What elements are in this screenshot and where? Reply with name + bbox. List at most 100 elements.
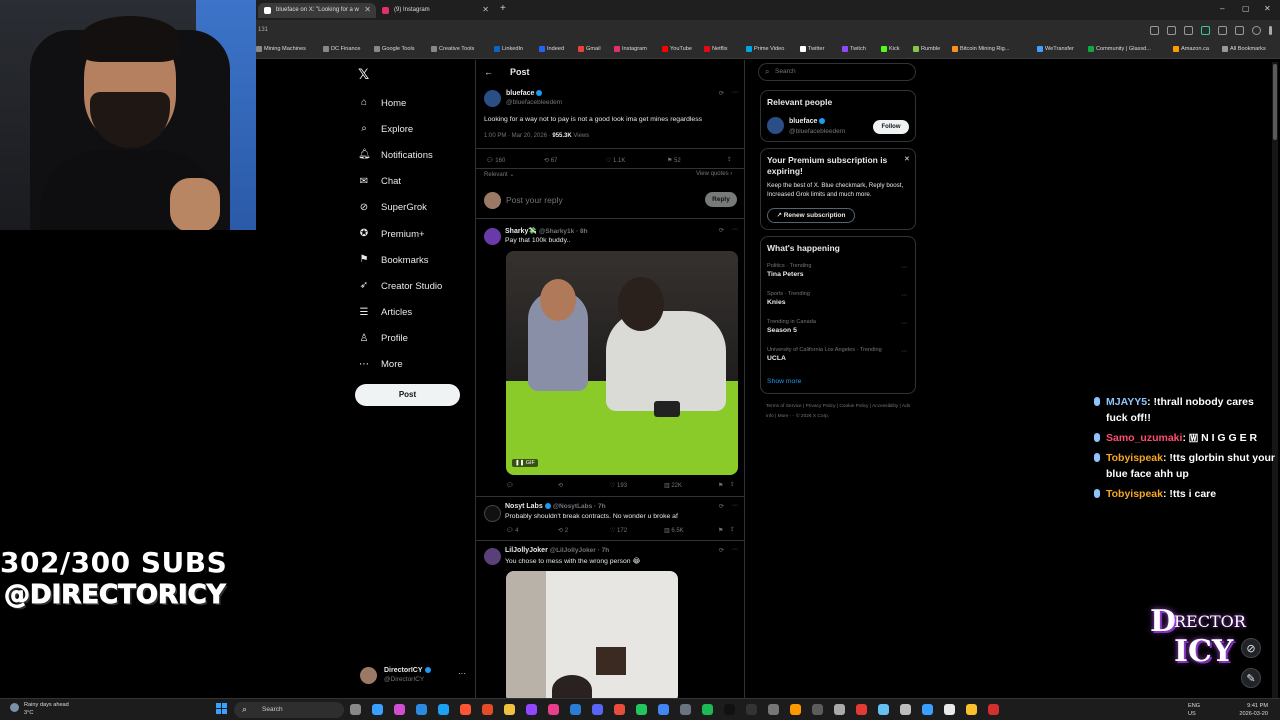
- reply-gif[interactable]: ❚❚ GIF: [506, 251, 738, 475]
- taskbar-app-icon[interactable]: [614, 704, 625, 715]
- taskbar-app-icon[interactable]: [878, 704, 889, 715]
- like-action[interactable]: ♡ 193: [610, 482, 627, 489]
- taskbar-app-icon[interactable]: [856, 704, 867, 715]
- reply-author[interactable]: Nosyt Labs @NosytLabs · 7h: [505, 503, 606, 510]
- maximize-button[interactable]: ▢: [1242, 4, 1250, 13]
- extension-icon[interactable]: [1201, 26, 1210, 35]
- address-text[interactable]: 131: [258, 27, 268, 33]
- bookmark-item[interactable]: Community | Glassd...: [1088, 46, 1151, 52]
- taskbar-app-icon[interactable]: [680, 704, 691, 715]
- bookmark-item[interactable]: Creative Tools: [431, 46, 474, 52]
- language-indicator[interactable]: ENG US: [1188, 702, 1200, 718]
- taskbar-app-icon[interactable]: [812, 704, 823, 715]
- grok-icon[interactable]: ⟳: [719, 503, 724, 510]
- post-button[interactable]: Post: [355, 384, 460, 406]
- like-action[interactable]: ♡ 1.1K: [606, 157, 625, 164]
- trend-name[interactable]: Tina Peters: [767, 271, 804, 278]
- close-window-button[interactable]: ✕: [1264, 4, 1271, 13]
- avatar[interactable]: [484, 548, 501, 565]
- reply-video[interactable]: [506, 571, 678, 700]
- taskbar-app-icon[interactable]: [636, 704, 647, 715]
- close-tab-icon[interactable]: ✕: [364, 5, 371, 14]
- bookmark-item[interactable]: Prime Video: [746, 46, 784, 52]
- nav-item-profile[interactable]: ♙ Profile: [358, 326, 478, 352]
- reply-author[interactable]: LilJollyJoker @LilJollyJoker · 7h: [505, 547, 609, 554]
- nav-item-chat[interactable]: ✉ Chat: [358, 169, 478, 195]
- more-icon[interactable]: ⋯: [732, 546, 738, 553]
- scrollbar-thumb[interactable]: [1273, 64, 1277, 140]
- nav-item-explore[interactable]: ⌕ Explore: [358, 116, 478, 142]
- bookmark-item[interactable]: Rumble: [913, 46, 940, 52]
- taskbar-app-icon[interactable]: [482, 704, 493, 715]
- zoom-icon[interactable]: [1167, 26, 1176, 35]
- nav-item-bookmarks[interactable]: ⚑ Bookmarks: [358, 247, 478, 273]
- author-name[interactable]: blueface: [506, 90, 543, 97]
- close-icon[interactable]: ✕: [904, 155, 910, 163]
- bookmark-icon[interactable]: ⚑: [718, 527, 723, 534]
- taskbar-app-icon[interactable]: [922, 704, 933, 715]
- taskbar-app-icon[interactable]: [460, 704, 471, 715]
- sort-replies-dropdown[interactable]: Relevant ⌄: [484, 171, 514, 178]
- extensions-menu-icon[interactable]: [1218, 26, 1227, 35]
- menu-icon[interactable]: [1269, 26, 1272, 35]
- taskbar-app-icon[interactable]: [526, 704, 537, 715]
- bookmark-item[interactable]: Kick: [881, 46, 900, 52]
- bookmark-item[interactable]: Amazon.ca: [1173, 46, 1209, 52]
- grok-icon[interactable]: ⟳: [719, 227, 724, 234]
- bookmark-item[interactable]: Twitch: [842, 46, 866, 52]
- search-input[interactable]: Search: [758, 63, 916, 81]
- download-icon[interactable]: [1235, 26, 1244, 35]
- close-tab-icon[interactable]: ✕: [482, 5, 489, 14]
- grok-icon[interactable]: ⟳: [719, 547, 724, 554]
- taskbar-app-icon[interactable]: [372, 704, 383, 715]
- nav-item-more[interactable]: ⋯ More: [358, 352, 478, 378]
- bookmark-item[interactable]: LinkedIn: [494, 46, 523, 52]
- more-icon[interactable]: ⋯: [901, 292, 907, 299]
- bookmark-item[interactable]: Indeed: [539, 46, 564, 52]
- bookmark-item[interactable]: Twitter: [800, 46, 824, 52]
- nav-item-premium[interactable]: ✪ Premium+: [358, 221, 478, 247]
- grok-icon[interactable]: ⟳: [719, 90, 724, 97]
- page-scrollbar[interactable]: [1272, 62, 1278, 698]
- browser-tab-instagram[interactable]: (9) Instagram ✕: [376, 3, 494, 18]
- taskbar-app-icon[interactable]: [790, 704, 801, 715]
- back-arrow-icon[interactable]: ←: [484, 67, 493, 77]
- reply-button[interactable]: Reply: [705, 192, 737, 207]
- taskbar-app-icon[interactable]: [350, 704, 361, 715]
- account-switcher[interactable]: DirectorICY @DirectorICY ···: [360, 665, 470, 687]
- taskbar-app-icon[interactable]: [746, 704, 757, 715]
- taskbar-app-icon[interactable]: [570, 704, 581, 715]
- taskbar-app-icon[interactable]: [966, 704, 977, 715]
- trend-name[interactable]: UCLA: [767, 355, 786, 362]
- messages-fab-icon[interactable]: ✎: [1241, 668, 1261, 688]
- footer-links[interactable]: Terms of Service | Privacy Policy | Cook…: [766, 402, 916, 422]
- taskbar-app-icon[interactable]: [548, 704, 559, 715]
- bookmark-item[interactable]: WeTransfer: [1037, 46, 1074, 52]
- share-icon[interactable]: ⇪: [730, 481, 735, 488]
- taskbar-app-icon[interactable]: [724, 704, 735, 715]
- profile-avatar[interactable]: [1252, 26, 1261, 35]
- more-icon[interactable]: ⋯: [901, 264, 907, 271]
- taskbar-app-icon[interactable]: [834, 704, 845, 715]
- reply-action[interactable]: 💬︎: [506, 482, 514, 489]
- bookmark-item[interactable]: Netflix: [704, 46, 728, 52]
- weather-widget[interactable]: Rainy days ahead 3°C: [10, 701, 69, 717]
- star-icon[interactable]: [1184, 26, 1193, 35]
- bookmark-item[interactable]: YouTube: [662, 46, 692, 52]
- nav-item-articles[interactable]: ☰ Articles: [358, 300, 478, 326]
- more-icon[interactable]: ⋯: [901, 320, 907, 327]
- views-action[interactable]: ▥ 22K: [664, 482, 682, 489]
- reply-action[interactable]: 💬︎ 4: [506, 527, 519, 534]
- cast-icon[interactable]: [1150, 26, 1159, 35]
- follow-button[interactable]: Follow: [873, 120, 909, 134]
- show-more-link[interactable]: Show more: [767, 378, 801, 385]
- more-icon[interactable]: ⋯: [901, 348, 907, 355]
- reply-action[interactable]: 💬︎ 160: [486, 157, 505, 164]
- address-bar[interactable]: 131: [256, 20, 1280, 42]
- x-logo-icon[interactable]: 𝕏: [358, 66, 369, 83]
- avatar[interactable]: [484, 505, 501, 522]
- taskbar-app-icon[interactable]: [394, 704, 405, 715]
- share-icon[interactable]: ⇪: [730, 526, 735, 533]
- bookmark-action[interactable]: ⚑ 52: [667, 157, 681, 164]
- view-quotes-link[interactable]: View quotes ›: [696, 171, 732, 177]
